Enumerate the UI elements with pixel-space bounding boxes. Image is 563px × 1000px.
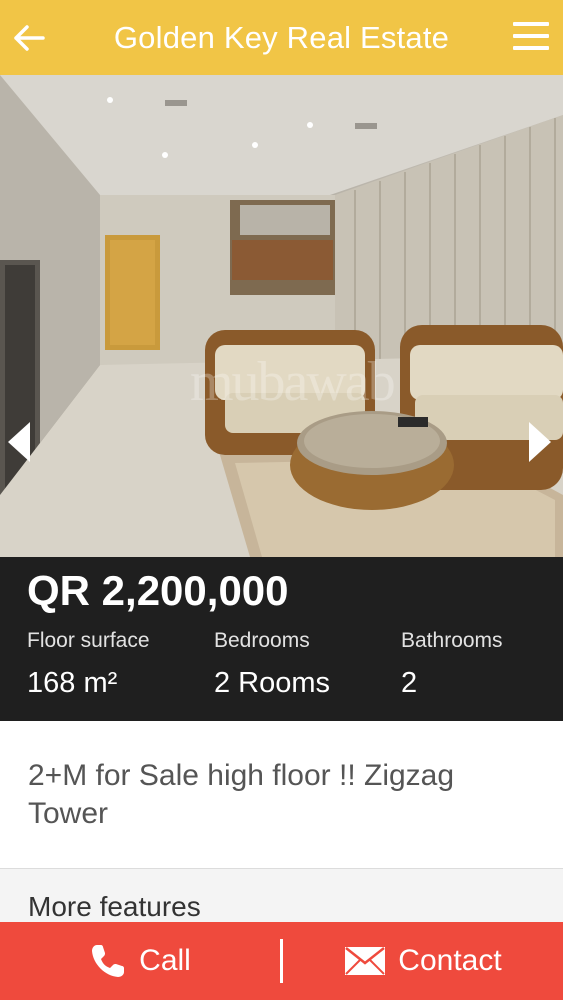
call-label: Call bbox=[139, 944, 191, 977]
spec-label: Floor surface bbox=[27, 629, 150, 652]
room-photo-illustration bbox=[0, 75, 563, 557]
listing-description: 2+M for Sale high floor !! Zigzag Tower bbox=[0, 721, 563, 869]
chevron-right-icon bbox=[529, 422, 551, 462]
listing-description-text: 2+M for Sale high floor !! Zigzag Tower bbox=[28, 759, 455, 830]
listing-price: QR 2,200,000 bbox=[27, 567, 289, 614]
previous-photo-button[interactable] bbox=[6, 420, 36, 470]
more-features-section[interactable]: More features bbox=[0, 869, 563, 929]
spec-value: 2 Rooms bbox=[214, 667, 331, 699]
envelope-icon bbox=[344, 946, 386, 976]
spec-bedrooms: Bedrooms 2 Rooms bbox=[214, 629, 330, 700]
spec-label: Bedrooms bbox=[214, 629, 310, 652]
spec-value: 168 m² bbox=[27, 667, 118, 699]
phone-icon bbox=[89, 942, 127, 980]
price-panel: QR 2,200,000 Floor surface 168 m² Bedroo… bbox=[0, 557, 563, 721]
contact-button[interactable]: Contact bbox=[283, 922, 563, 1000]
more-features-label: More features bbox=[28, 891, 201, 922]
arrow-left-icon bbox=[14, 25, 45, 51]
app-header: Golden Key Real Estate bbox=[0, 0, 563, 75]
menu-button[interactable] bbox=[513, 20, 549, 52]
spec-label: Bathrooms bbox=[401, 629, 503, 652]
app-title: Golden Key Real Estate bbox=[113, 19, 450, 55]
call-button[interactable]: Call bbox=[0, 922, 280, 1000]
spec-bathrooms: Bathrooms 2 bbox=[401, 629, 503, 700]
back-button[interactable] bbox=[10, 19, 48, 57]
hamburger-menu-icon bbox=[513, 22, 549, 26]
spec-floor-surface: Floor surface 168 m² bbox=[27, 629, 150, 700]
chevron-left-icon bbox=[8, 422, 30, 462]
photo-watermark: mubawab bbox=[190, 351, 396, 413]
next-photo-button[interactable] bbox=[527, 420, 557, 470]
contact-label: Contact bbox=[398, 944, 502, 977]
spec-value: 2 bbox=[401, 667, 418, 699]
bottom-action-bar: Call Contact bbox=[0, 922, 563, 1000]
property-photo[interactable]: mubawab bbox=[0, 75, 563, 557]
